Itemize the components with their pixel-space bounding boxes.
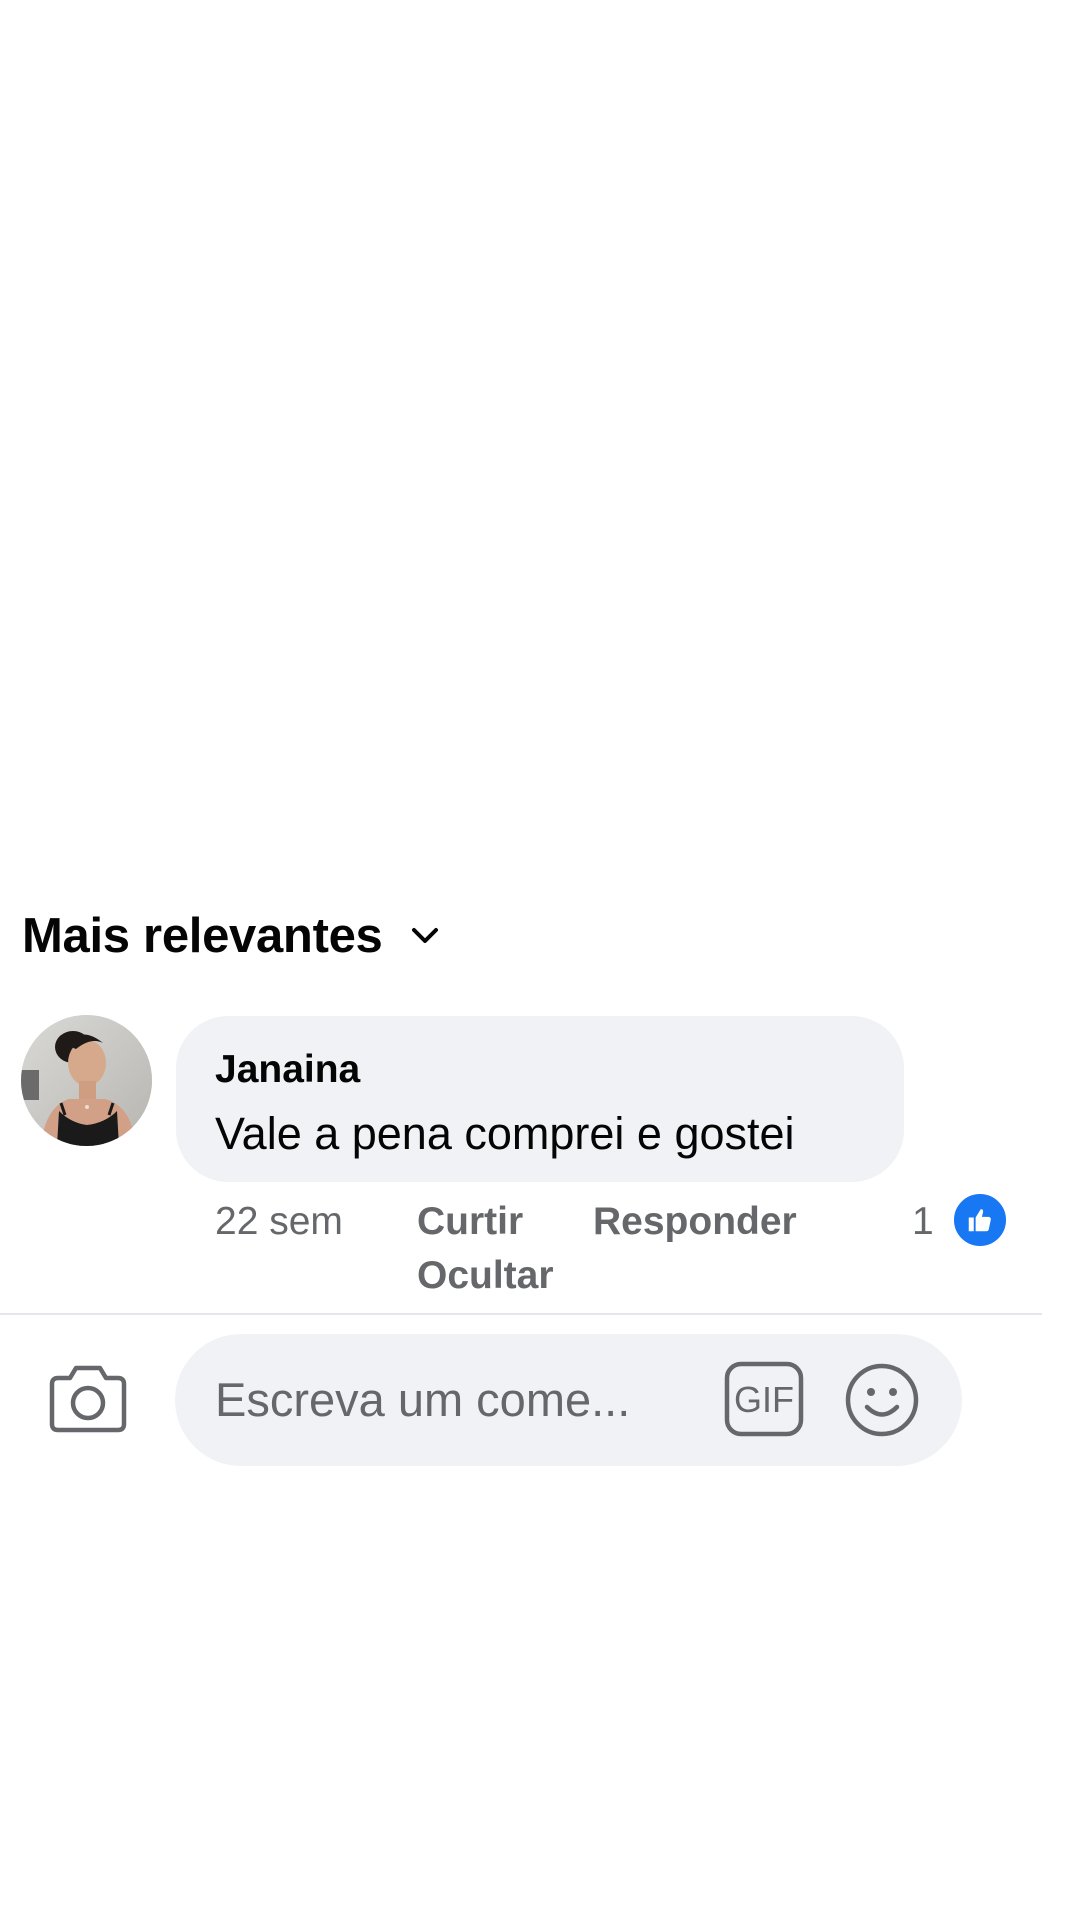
- smiley-icon: [845, 1363, 919, 1437]
- hide-button[interactable]: Ocultar: [417, 1254, 554, 1298]
- reaction-count[interactable]: 1: [912, 1200, 934, 1244]
- comment-actions: 22 sem Curtir Responder Ocultar 1: [0, 1196, 1080, 1297]
- divider: [0, 1313, 1042, 1315]
- like-thumb-icon[interactable]: [952, 1192, 1008, 1248]
- comment-author[interactable]: Janaina: [215, 1046, 904, 1094]
- comment-input[interactable]: [215, 1364, 685, 1434]
- camera-button[interactable]: [45, 1359, 131, 1437]
- comment-text: Vale a pena comprei e gostei: [215, 1108, 795, 1159]
- avatar-photo: [21, 1015, 152, 1146]
- comment-bubble[interactable]: Janaina Vale a pena comprei e gostei: [176, 1016, 904, 1182]
- comments-page: Mais relevantes Janaina Vale a pena comp…: [0, 0, 1080, 1920]
- camera-icon: [49, 1365, 127, 1433]
- gif-button[interactable]: GIF: [724, 1361, 804, 1437]
- sort-label: Mais relevantes: [22, 909, 383, 963]
- gif-label: GIF: [734, 1379, 794, 1420]
- emoji-button[interactable]: [844, 1362, 920, 1438]
- like-button[interactable]: Curtir: [417, 1200, 523, 1244]
- comment-composer: GIF: [175, 1334, 962, 1466]
- comment-timestamp[interactable]: 22 sem: [215, 1200, 343, 1244]
- sort-dropdown[interactable]: Mais relevantes: [22, 906, 441, 966]
- gif-icon: GIF: [724, 1361, 804, 1437]
- chevron-down-icon: [409, 920, 441, 952]
- avatar[interactable]: [21, 1015, 152, 1146]
- reply-button[interactable]: Responder: [593, 1200, 797, 1244]
